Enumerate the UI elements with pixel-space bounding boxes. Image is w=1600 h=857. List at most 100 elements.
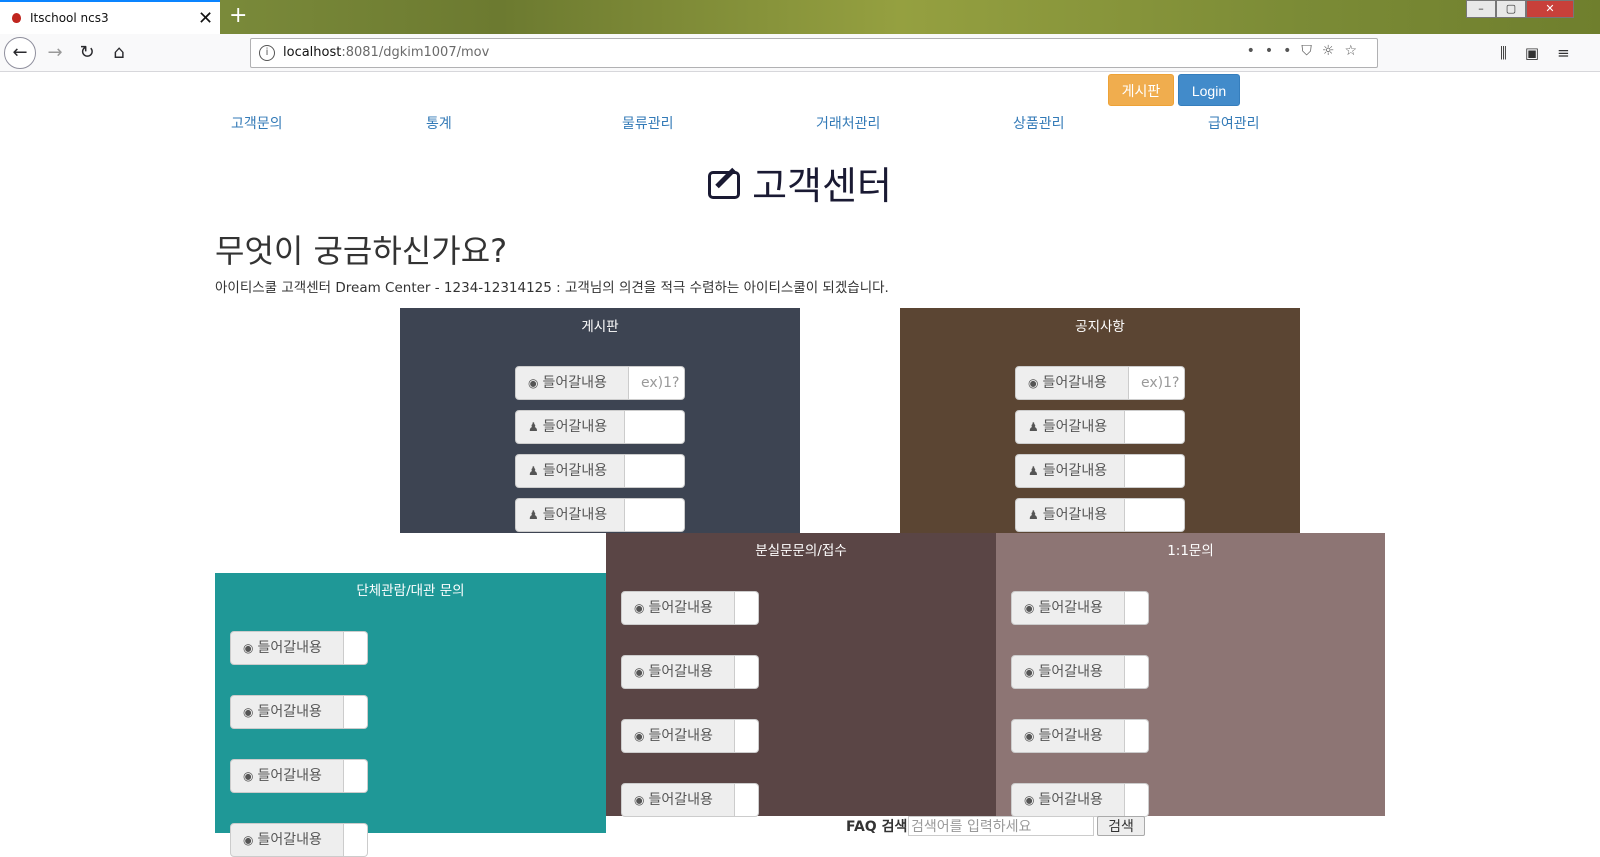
edit-pencil-icon xyxy=(708,170,741,199)
user-circle-icon: ◉ xyxy=(634,601,645,615)
input-group: ♟ 들어갈내용 xyxy=(1015,498,1185,532)
home-icon[interactable]: ⌂ xyxy=(104,40,134,66)
input-label: ◉ 들어갈내용 xyxy=(621,591,735,625)
text-input[interactable]: ex)1? xyxy=(629,366,685,400)
back-arrow-icon[interactable]: ← xyxy=(4,37,36,69)
board-button[interactable]: 게시판 xyxy=(1108,74,1174,106)
input-group: ♟ 들어갈내용 xyxy=(515,454,685,488)
input-label: ◉ 들어갈내용 xyxy=(230,823,344,857)
input-group: ◉ 들어갈내용 ex)1? xyxy=(515,366,685,400)
text-input[interactable] xyxy=(735,783,759,817)
menu-link-products[interactable]: 상품관리 xyxy=(1013,113,1065,133)
one-on-one-panel: 1:1문의 ◉ 들어갈내용 ◉ 들어갈내용 ◉ 들어갈내용 ◉ 들어갈내용 xyxy=(996,533,1385,817)
text-input[interactable] xyxy=(1125,454,1185,488)
user-circle-icon: ◉ xyxy=(1024,601,1035,615)
notice-panel: 공지사항 ◉ 들어갈내용 ex)1? ♟ 들어갈내용 ♟ 들어갈내용 ♟ 들어갈내용 xyxy=(900,308,1300,533)
text-input[interactable] xyxy=(344,823,368,857)
panel-title: 단체관람/대관 문의 xyxy=(356,583,465,599)
text-input[interactable]: ex)1? xyxy=(1129,366,1185,400)
user-icon: ♟ xyxy=(528,420,539,434)
user-circle-icon: ◉ xyxy=(634,793,645,807)
group-inquiry-panel: 단체관람/대관 문의 ◉ 들어갈내용 ◉ 들어갈내용 ◉ 들어갈내용 ◉ 들어갈내용 xyxy=(215,573,606,857)
text-input[interactable] xyxy=(1125,719,1149,753)
apple-favicon-icon xyxy=(12,13,21,23)
user-circle-icon: ◉ xyxy=(1024,793,1035,807)
window-maximize-button[interactable]: ▢ xyxy=(1496,0,1526,18)
input-group: ◉ 들어갈내용 xyxy=(621,719,759,753)
pocket-icon: ⛉ xyxy=(1301,43,1322,59)
text-input[interactable] xyxy=(735,655,759,689)
text-input[interactable] xyxy=(344,695,368,729)
input-group: ◉ 들어갈내용 xyxy=(230,695,368,729)
input-group: ◉ 들어갈내용 ex)1? xyxy=(1015,366,1185,400)
input-group: ♟ 들어갈내용 xyxy=(1015,454,1185,488)
input-label: ◉ 들어갈내용 xyxy=(1011,719,1125,753)
text-input[interactable] xyxy=(344,759,368,793)
text-input[interactable] xyxy=(625,454,685,488)
input-label: ◉ 들어갈내용 xyxy=(1011,591,1125,625)
forward-arrow-icon[interactable]: → xyxy=(40,40,70,66)
text-input[interactable] xyxy=(344,631,368,665)
window-close-button[interactable]: ✕ xyxy=(1526,0,1574,18)
tab-title: Itschool ncs3 xyxy=(30,11,109,25)
input-group: ◉ 들어갈내용 xyxy=(1011,783,1149,817)
center-description: 아이티스쿨 고객센터 Dream Center - 1234-12314125 … xyxy=(215,280,889,296)
browser-tab[interactable]: Itschool ncs3 ✕ xyxy=(0,0,220,34)
faq-search-button[interactable]: 검색 xyxy=(1097,816,1145,836)
input-label: ♟ 들어갈내용 xyxy=(515,498,625,532)
text-input[interactable] xyxy=(735,719,759,753)
panel-title: 공지사항 xyxy=(1075,319,1125,335)
input-label: ◉ 들어갈내용 xyxy=(230,695,344,729)
new-tab-button[interactable]: + xyxy=(229,3,247,28)
input-label: ◉ 들어갈내용 xyxy=(230,759,344,793)
input-label: ♟ 들어갈내용 xyxy=(1015,454,1125,488)
reload-icon[interactable]: ↻ xyxy=(72,40,102,66)
text-input[interactable] xyxy=(1125,591,1149,625)
menu-link-statistics[interactable]: 통계 xyxy=(426,113,452,133)
toolbar-right-icons[interactable]: ⫼▣≡ xyxy=(1500,44,1588,62)
tab-close-icon[interactable]: ✕ xyxy=(198,8,213,29)
page-heading: 고객센터 xyxy=(0,155,1600,210)
menu-link-clients[interactable]: 거래처관리 xyxy=(816,113,880,133)
user-circle-icon: ◉ xyxy=(243,641,254,655)
menu-link-logistics[interactable]: 물류관리 xyxy=(622,113,674,133)
input-label: ♟ 들어갈내용 xyxy=(515,410,625,444)
faq-search-label: FAQ 검색 xyxy=(846,819,908,835)
text-input[interactable] xyxy=(625,410,685,444)
input-group: ♟ 들어갈내용 xyxy=(515,498,685,532)
panel-title: 1:1문의 xyxy=(1167,543,1214,559)
bookmark-star-icon: ☆ xyxy=(1344,43,1367,59)
text-input[interactable] xyxy=(735,591,759,625)
panel-title: 게시판 xyxy=(581,319,619,335)
user-circle-icon: ◉ xyxy=(1024,729,1035,743)
text-input[interactable] xyxy=(1125,655,1149,689)
user-circle-icon: ◉ xyxy=(634,729,645,743)
user-circle-icon: ◉ xyxy=(1024,665,1035,679)
menu-link-payroll[interactable]: 급여관리 xyxy=(1208,113,1260,133)
text-input[interactable] xyxy=(1125,783,1149,817)
address-bar-actions[interactable]: •••⛉☼☆ xyxy=(1247,43,1367,59)
panel-title: 분실문문의/접수 xyxy=(755,543,847,559)
faq-search-input[interactable]: 검색어를 입력하세요 xyxy=(908,816,1094,836)
library-icon: ⫼ xyxy=(1500,44,1525,62)
input-label: ◉ 들어갈내용 xyxy=(230,631,344,665)
text-input[interactable] xyxy=(1125,410,1185,444)
user-circle-icon: ◉ xyxy=(243,769,254,783)
site-info-icon[interactable]: i xyxy=(259,45,275,61)
window-minimize-button[interactable]: – xyxy=(1466,0,1496,18)
menu-link-customer-inquiry[interactable]: 고객문의 xyxy=(231,113,283,133)
page-actions-icon: ••• xyxy=(1246,43,1302,59)
input-group: ♟ 들어갈내용 xyxy=(515,410,685,444)
sidebar-icon: ▣ xyxy=(1524,44,1558,62)
user-icon: ♟ xyxy=(1028,420,1039,434)
input-group: ◉ 들어갈내용 xyxy=(621,783,759,817)
input-group: ◉ 들어갈내용 xyxy=(230,823,368,857)
input-label: ◉ 들어갈내용 xyxy=(1015,366,1129,400)
login-button[interactable]: Login xyxy=(1178,74,1240,106)
board-panel: 게시판 ◉ 들어갈내용 ex)1? ♟ 들어갈내용 ♟ 들어갈내용 ♟ 들어갈내용 xyxy=(400,308,800,533)
user-circle-icon: ◉ xyxy=(528,376,539,390)
text-input[interactable] xyxy=(625,498,685,532)
address-bar[interactable]: i localhost:8081/dgkim1007/mov •••⛉☼☆ xyxy=(250,38,1378,68)
user-circle-icon: ◉ xyxy=(1028,376,1039,390)
text-input[interactable] xyxy=(1125,498,1185,532)
